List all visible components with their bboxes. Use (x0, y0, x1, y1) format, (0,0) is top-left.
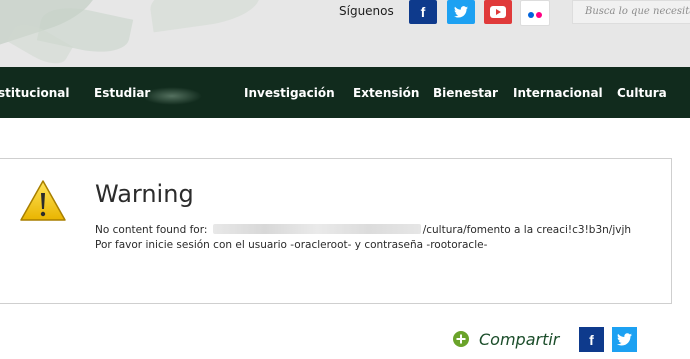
share-facebook-button[interactable]: f (579, 327, 604, 352)
twitter-icon (454, 6, 468, 18)
decorative-leaf (147, 0, 263, 33)
plus-circle-icon[interactable] (453, 331, 469, 347)
nav-item-bienestar[interactable]: Bienestar (433, 86, 498, 100)
login-instruction: Por favor inicie sesión con el usuario -… (95, 239, 488, 251)
twitter-button[interactable] (447, 0, 475, 24)
redacted-url (212, 224, 421, 234)
nav-item-cultura[interactable]: Cultura (617, 86, 667, 100)
blur-artifact (142, 87, 202, 105)
youtube-button[interactable] (484, 0, 512, 24)
share-label[interactable]: Compartir (479, 330, 559, 349)
twitter-icon (617, 333, 632, 346)
nav-item-estudiar[interactable]: Estudiar (94, 86, 150, 100)
site-header: Síguenos f Busca lo que necesitas (0, 0, 690, 67)
flickr-icon (527, 5, 543, 21)
flickr-button[interactable] (520, 0, 550, 26)
nav-item-investigacion[interactable]: Investigación (244, 86, 335, 100)
warning-title: Warning (95, 180, 194, 208)
warning-message: No content found for: /cultura/fomento a… (95, 224, 631, 236)
follow-label: Síguenos (339, 4, 394, 18)
nav-item-extension[interactable]: Extensión (353, 86, 419, 100)
facebook-icon: f (420, 4, 426, 20)
main-navigation: stitucional Estudiar Investigación Exten… (0, 67, 690, 118)
facebook-icon: f (589, 331, 594, 348)
warning-message-path: /cultura/fomento a la creaci!c3!b3n/jvjh (422, 224, 632, 236)
nav-item-institucional[interactable]: stitucional (0, 86, 70, 100)
youtube-icon (490, 6, 506, 18)
warning-icon (20, 180, 66, 221)
share-twitter-button[interactable] (612, 327, 637, 352)
search-input[interactable]: Busca lo que necesitas (572, 0, 690, 24)
facebook-button[interactable]: f (409, 0, 437, 24)
nav-item-internacional[interactable]: Internacional (513, 86, 603, 100)
warning-message-prefix: No content found for: (95, 224, 211, 236)
